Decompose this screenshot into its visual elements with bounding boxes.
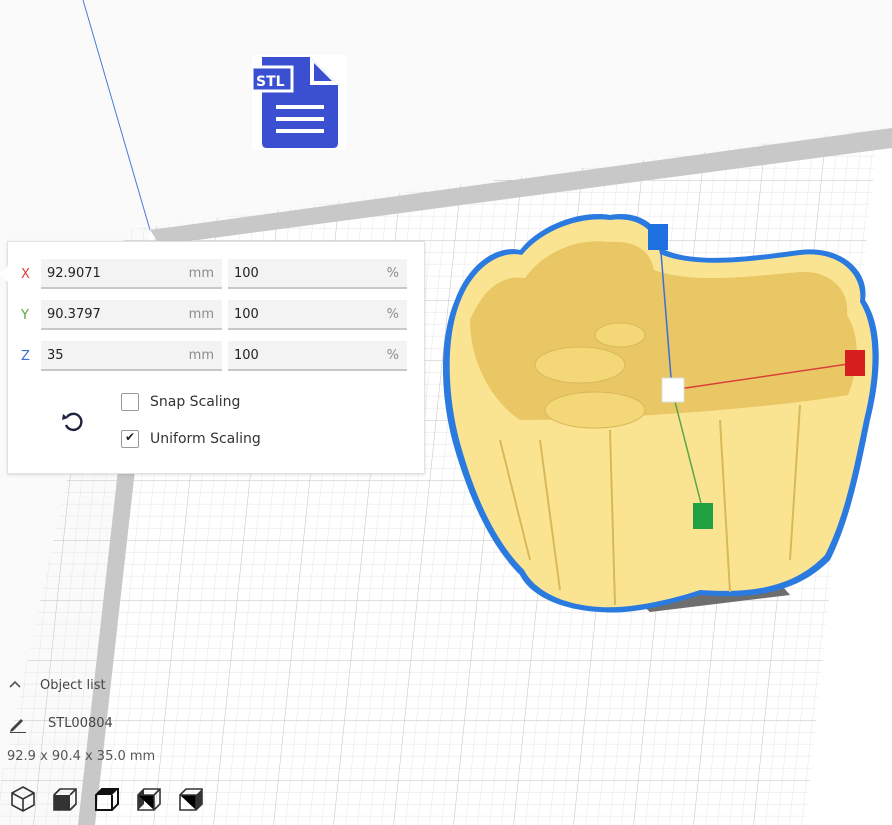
3d-view-icon (11, 786, 35, 812)
object-list-label: Object list (40, 678, 106, 693)
object-name: STL00804 (48, 716, 113, 731)
snap-scaling-checkbox[interactable] (121, 393, 139, 411)
percent-unit-y: % (386, 307, 399, 322)
y-handle[interactable] (693, 503, 713, 529)
size-unit-z: mm (188, 348, 214, 363)
reset-scale-button[interactable] (58, 406, 88, 436)
percent-unit-x: % (386, 266, 399, 281)
percent-input-z[interactable]: 100 % (228, 341, 407, 371)
percent-value-x: 100 (234, 266, 259, 281)
size-unit-x: mm (188, 266, 214, 281)
axis-label-z: Z (21, 349, 30, 364)
scale-row-x: X 92.9071 mm 100 % (8, 259, 424, 291)
left-view-icon (137, 788, 161, 811)
axis-label-y: Y (21, 308, 29, 323)
reset-icon (62, 412, 83, 432)
model-stl00804[interactable] (442, 214, 879, 613)
percent-input-x[interactable]: 100 % (228, 259, 407, 289)
center-handle[interactable] (661, 377, 685, 403)
object-dimensions: 92.9 x 90.4 x 35.0 mm (7, 749, 156, 764)
object-name-row[interactable]: STL00804 (8, 713, 168, 735)
checkmark-icon: ✔ (125, 430, 136, 444)
uniform-scaling-checkbox[interactable]: ✔ (121, 430, 139, 448)
scale-row-y: Y 90.3797 mm 100 % (8, 300, 424, 332)
front-view-icon (53, 788, 77, 811)
pencil-icon (10, 719, 26, 733)
top-view-button[interactable] (92, 784, 122, 814)
percent-value-z: 100 (234, 348, 259, 363)
object-list-toggle[interactable]: Object list (8, 676, 128, 698)
top-view-icon (95, 788, 119, 811)
uniform-scaling-label: Uniform Scaling (150, 431, 261, 447)
stl-badge-text: STL (256, 74, 285, 90)
size-input-y[interactable]: 90.3797 mm (41, 300, 222, 330)
scale-tool-panel: X 92.9071 mm 100 % Y 90.3797 mm 100 % Z … (0, 241, 425, 474)
chevron-up-icon (9, 680, 21, 688)
left-view-button[interactable] (134, 784, 164, 814)
axis-label-x: X (21, 267, 30, 282)
3d-view-button[interactable] (8, 784, 38, 814)
right-view-button[interactable] (176, 784, 206, 814)
front-view-button[interactable] (50, 784, 80, 814)
size-value-x: 92.9071 (47, 266, 101, 281)
right-view-icon (179, 788, 203, 811)
percent-unit-z: % (386, 348, 399, 363)
percent-input-y[interactable]: 100 % (228, 300, 407, 330)
scale-row-z: Z 35 mm 100 % (8, 341, 424, 373)
size-input-z[interactable]: 35 mm (41, 341, 222, 371)
snap-scaling-label: Snap Scaling (150, 394, 241, 410)
size-value-z: 35 (47, 348, 64, 363)
size-input-x[interactable]: 92.9071 mm (41, 259, 222, 289)
percent-value-y: 100 (234, 307, 259, 322)
x-handle[interactable] (845, 350, 865, 376)
size-value-y: 90.3797 (47, 307, 101, 322)
size-unit-y: mm (188, 307, 214, 322)
z-handle[interactable] (648, 224, 668, 250)
stl-file-icon: STL (250, 55, 346, 150)
